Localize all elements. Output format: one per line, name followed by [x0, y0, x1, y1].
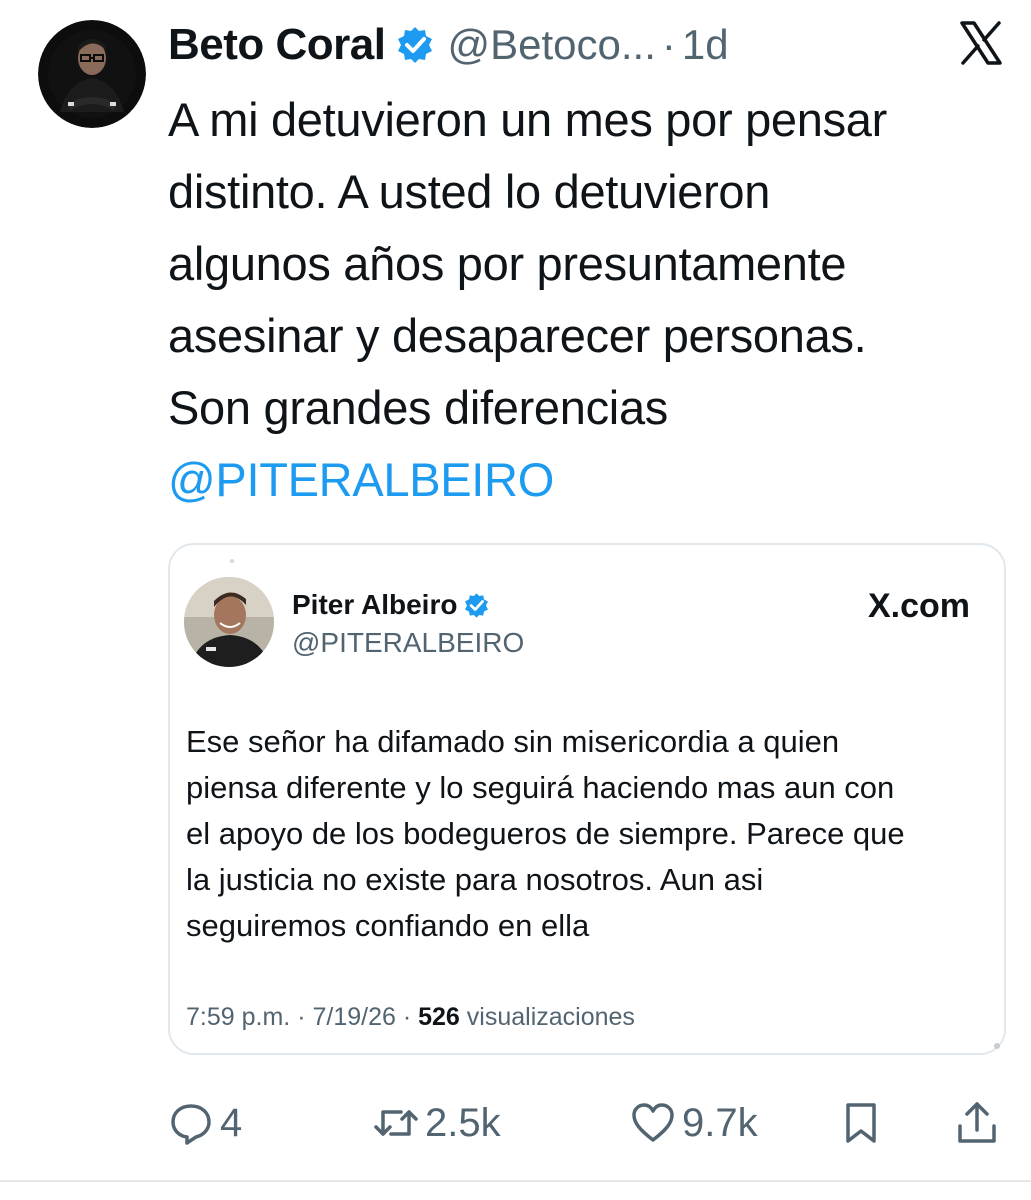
tweet-header: Beto Coral @Betoco... · 1d: [168, 14, 729, 76]
quoted-author-handle[interactable]: @PITERALBEIRO: [292, 627, 524, 659]
share-button[interactable]: [954, 1088, 1000, 1158]
quoted-site-label: X.com: [867, 587, 970, 625]
card-speck: [994, 1043, 1000, 1049]
bookmark-button[interactable]: [838, 1088, 884, 1158]
quoted-text-line: Ese señor ha difamado sin misericordia a…: [186, 724, 840, 759]
header-separator: ·: [661, 21, 676, 68]
views-count: 526: [418, 1003, 460, 1031]
verified-badge-icon: [463, 592, 490, 619]
tweet-text-line: Son grandes diferencias: [168, 381, 668, 434]
quoted-text-line: piensa diferente y lo seguirá haciendo m…: [186, 770, 895, 805]
quoted-tweet-card[interactable]: Piter Albeiro @PITERALBEIRO X.com Ese se…: [168, 543, 1006, 1055]
tweet-text-line: A mi detuvieron un mes por pensar: [168, 93, 887, 146]
meta-separator: ·: [402, 1003, 412, 1031]
bookmark-icon: [846, 1103, 876, 1143]
author-avatar[interactable]: [38, 20, 146, 128]
profile-photo-icon: [38, 20, 146, 128]
author-handle[interactable]: @Betoco...: [447, 21, 655, 69]
author-name[interactable]: Beto Coral: [168, 20, 386, 70]
quoted-date[interactable]: 7/19/26: [312, 1003, 395, 1031]
like-button[interactable]: 9.7k: [630, 1088, 758, 1158]
reply-button[interactable]: 4: [168, 1088, 242, 1158]
tweet-time[interactable]: 1d: [682, 21, 729, 69]
verified-badge-icon: [395, 25, 435, 65]
quoted-author-name-row: Piter Albeiro: [292, 589, 490, 621]
quoted-tweet-text: Ese señor ha difamado sin misericordia a…: [186, 719, 986, 949]
quoted-author-name[interactable]: Piter Albeiro: [292, 589, 457, 621]
mention-link[interactable]: @PITERALBEIRO: [168, 444, 1018, 516]
tweet-text-line: algunos años por presuntamente: [168, 237, 847, 290]
heart-icon: [632, 1103, 674, 1142]
tweet-text: A mi detuvieron un mes por pensar distin…: [168, 84, 1018, 516]
share-icon: [958, 1102, 996, 1143]
quoted-text-line: seguiremos confiando en ella: [186, 908, 590, 943]
retweet-button[interactable]: 2.5k: [373, 1088, 501, 1158]
x-logo-icon: [958, 20, 1004, 66]
quoted-text-line: la justicia no existe para nosotros. Aun…: [186, 862, 764, 897]
quoted-time[interactable]: 7:59 p.m.: [186, 1003, 290, 1031]
meta-separator: ·: [297, 1003, 306, 1031]
tweet-text-line: asesinar y desaparecer personas.: [168, 309, 867, 362]
like-count: 9.7k: [682, 1100, 758, 1145]
action-bar: 4 2.5k 9.7k: [168, 1088, 1018, 1158]
quoted-tweet-meta: 7:59 p.m. · 7/19/26 · 526 visualizacione…: [186, 1003, 635, 1032]
tweet-text-line: distinto. A usted lo detuvieron: [168, 165, 771, 218]
card-speck: [230, 559, 234, 563]
retweet-count: 2.5k: [425, 1100, 501, 1145]
profile-photo-icon: [184, 577, 274, 667]
reply-count: 4: [220, 1100, 243, 1145]
quoted-text-line: el apoyo de los bodegueros de siempre. P…: [186, 816, 905, 851]
views-label: visualizaciones: [466, 1003, 635, 1031]
tweet: Beto Coral @Betoco... · 1d A mi detuvier…: [0, 0, 1031, 1200]
reply-icon: [171, 1104, 211, 1145]
retweet-icon: [374, 1110, 418, 1136]
divider: [0, 1180, 1031, 1182]
quoted-author-avatar[interactable]: [184, 577, 274, 667]
